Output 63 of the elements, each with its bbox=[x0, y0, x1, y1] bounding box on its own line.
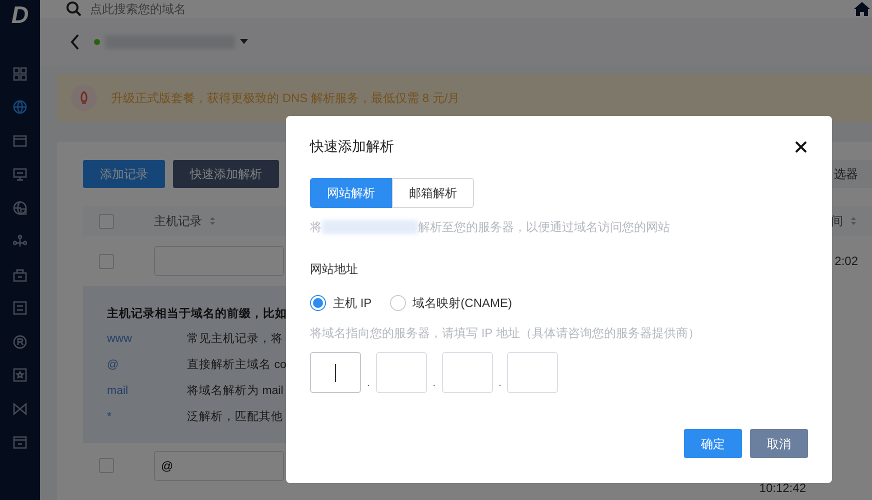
toolbar-button[interactable]: 添加记录 bbox=[83, 160, 165, 188]
nav-icon[interactable] bbox=[13, 234, 27, 248]
radio-button[interactable] bbox=[310, 295, 326, 311]
sort-icon[interactable] bbox=[851, 217, 856, 225]
checkbox[interactable] bbox=[99, 458, 114, 473]
separator-dot: . bbox=[367, 379, 370, 391]
field-label: 网站地址 bbox=[310, 261, 359, 278]
nav-icon[interactable] bbox=[13, 200, 27, 215]
ip-octet-field[interactable] bbox=[442, 352, 493, 393]
nav-icon[interactable] bbox=[13, 368, 27, 382]
radio-option[interactable]: 域名映射(CNAME) bbox=[390, 294, 512, 312]
tab[interactable]: 网站解析 bbox=[310, 178, 392, 208]
nav-icon[interactable] bbox=[13, 402, 27, 416]
ip-octet-field[interactable] bbox=[507, 352, 558, 393]
search-field[interactable]: 点此搜索您的域名 bbox=[90, 0, 846, 18]
close-icon[interactable] bbox=[795, 140, 807, 152]
nav-icon[interactable] bbox=[13, 167, 27, 182]
column-header[interactable]: 主机记录 bbox=[154, 212, 202, 230]
column-header[interactable]: 间 bbox=[831, 212, 843, 230]
search-icon bbox=[66, 1, 82, 17]
toolbar-button[interactable]: 快速添加解析 bbox=[173, 160, 279, 188]
tooltip-key: mail bbox=[107, 382, 187, 400]
nav-icon[interactable] bbox=[13, 100, 27, 114]
tooltip-text: 将域名解析为 mail bbox=[187, 384, 284, 399]
checkbox[interactable] bbox=[99, 214, 114, 228]
nav-icon[interactable] bbox=[13, 268, 27, 282]
nav-icon[interactable] bbox=[13, 134, 27, 148]
description-text: 解析至您的服务器，以便通过域名访问您的网站 bbox=[418, 219, 670, 236]
description-text: 将 bbox=[310, 219, 322, 236]
table-cell-text: 2:02 bbox=[834, 253, 858, 270]
rocket-icon bbox=[71, 85, 97, 111]
tab[interactable]: 邮箱解析 bbox=[392, 178, 474, 208]
separator-dot: . bbox=[432, 379, 436, 391]
tooltip-text: 泛解析，匹配其他 bbox=[187, 410, 283, 425]
radio-button[interactable] bbox=[390, 295, 406, 311]
separator-dot: . bbox=[498, 379, 502, 391]
nav-icon[interactable] bbox=[13, 435, 27, 450]
hint-text: 将域名指向您的服务器，请填写 IP 地址（具体请咨询您的服务器提供商） bbox=[310, 325, 701, 342]
table-cell-text: 10:12:42 bbox=[759, 480, 806, 496]
nav-icon[interactable] bbox=[13, 301, 27, 316]
host-input[interactable]: @ bbox=[154, 450, 284, 480]
caret-icon[interactable] bbox=[240, 39, 248, 45]
banner-text: 升级正式版套餐，获得更极致的 DNS 解析服务，最低仅需 8 元/月 bbox=[111, 90, 460, 107]
home-icon[interactable] bbox=[854, 1, 870, 17]
dialog-button[interactable]: 确定 bbox=[684, 429, 742, 458]
text-cursor bbox=[335, 364, 336, 382]
nav-icon[interactable] bbox=[13, 334, 27, 349]
tooltip-text: 直接解析主域名 co bbox=[187, 357, 286, 373]
tooltip-key: www bbox=[107, 330, 187, 348]
logo[interactable]: D bbox=[11, 0, 29, 32]
dialog-title: 快速添加解析 bbox=[310, 137, 394, 156]
dialog-button[interactable]: 取消 bbox=[750, 429, 808, 458]
nav-icon[interactable] bbox=[13, 66, 27, 81]
ip-octet-field[interactable] bbox=[376, 352, 427, 393]
checkbox[interactable] bbox=[99, 254, 114, 268]
back-icon[interactable] bbox=[70, 34, 80, 50]
sort-icon[interactable] bbox=[210, 217, 215, 225]
tooltip-title: 主机记录相当于域名的前缀，比如 bbox=[107, 306, 288, 322]
tooltip-key: * bbox=[107, 408, 187, 426]
tooltip-text: 常见主机记录，将 bbox=[187, 331, 283, 347]
tooltip-key: @ bbox=[107, 356, 187, 374]
ip-octet-field[interactable] bbox=[310, 352, 361, 393]
radio-option[interactable]: 主机 IP bbox=[310, 294, 372, 312]
